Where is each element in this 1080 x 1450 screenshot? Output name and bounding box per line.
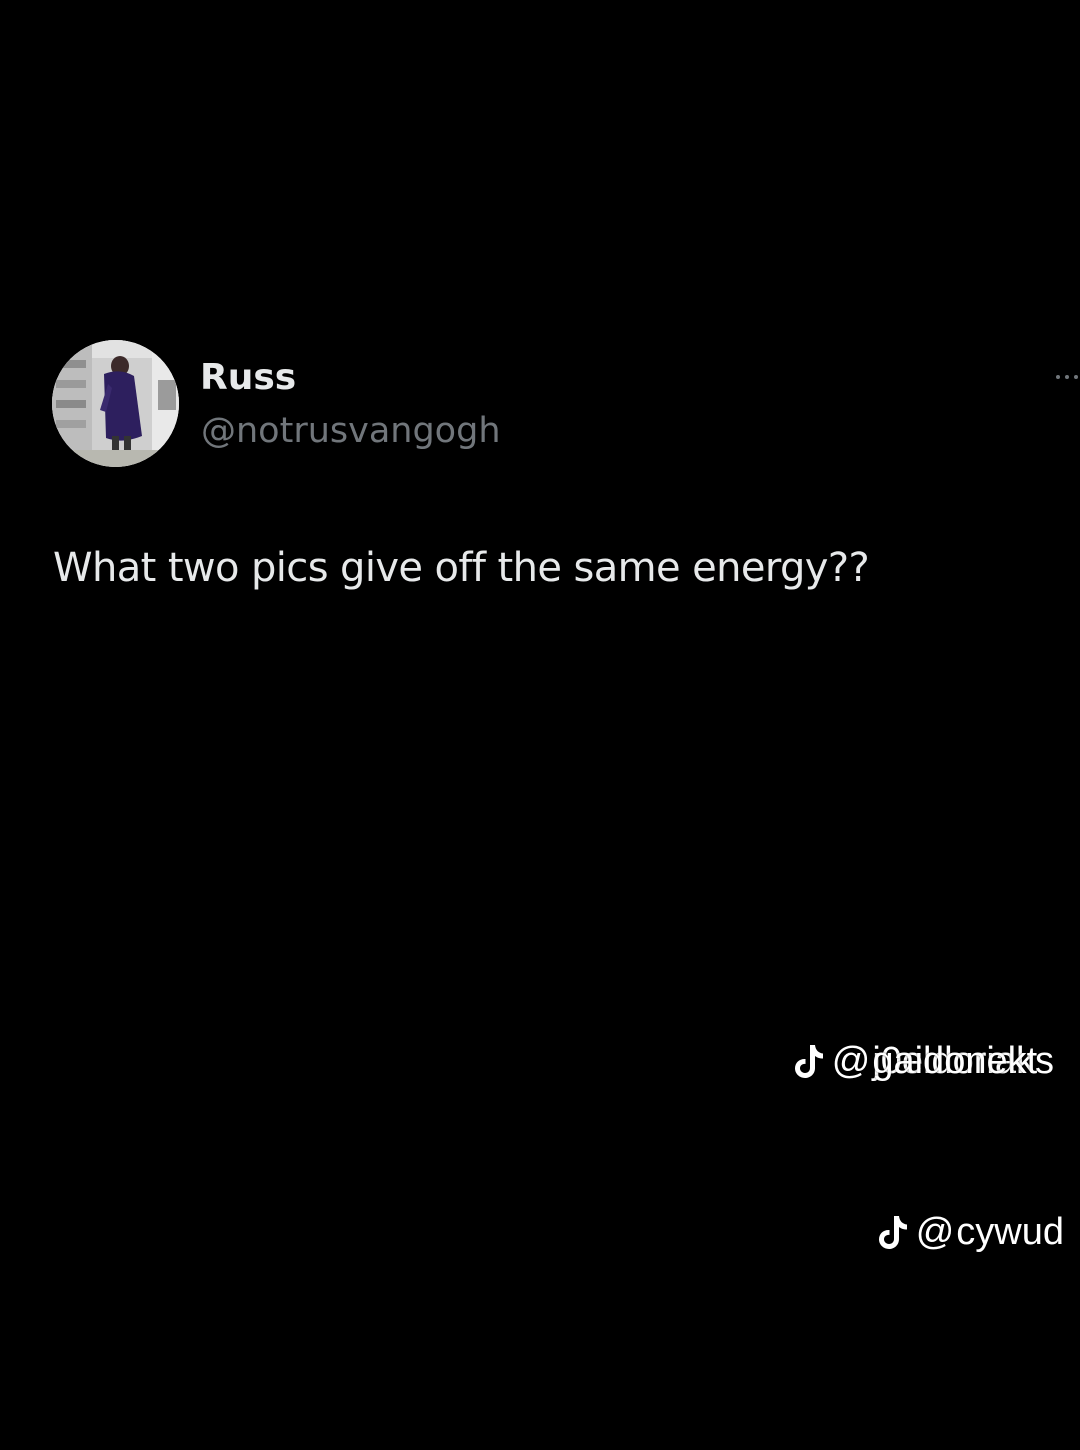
- avatar[interactable]: [52, 340, 179, 467]
- more-horizontal-icon: [1065, 375, 1069, 379]
- watermark-at: @: [831, 1040, 871, 1082]
- watermark-username: j0eldoriaks gaidonekt: [872, 1038, 1054, 1084]
- author-handle[interactable]: @notrusvangogh: [201, 408, 501, 454]
- author-name[interactable]: Russ: [200, 355, 296, 401]
- more-horizontal-icon: [1074, 375, 1078, 379]
- tiktok-watermark: @ cywud: [876, 1209, 1064, 1255]
- tweet-text: What two pics give off the same energy??: [53, 545, 870, 591]
- avatar-photo: [52, 340, 179, 467]
- more-horizontal-icon: [1056, 375, 1060, 379]
- watermark-at: @: [915, 1211, 955, 1253]
- more-options-button[interactable]: [1036, 365, 1080, 389]
- tiktok-watermark: @ j0eldoriaks gaidonekt: [792, 1038, 1054, 1084]
- tiktok-icon: [794, 1045, 823, 1078]
- watermark-username: cywud: [956, 1211, 1064, 1253]
- watermark-username-layer-b: gaidonekt: [872, 1040, 1038, 1082]
- tiktok-icon: [878, 1216, 907, 1249]
